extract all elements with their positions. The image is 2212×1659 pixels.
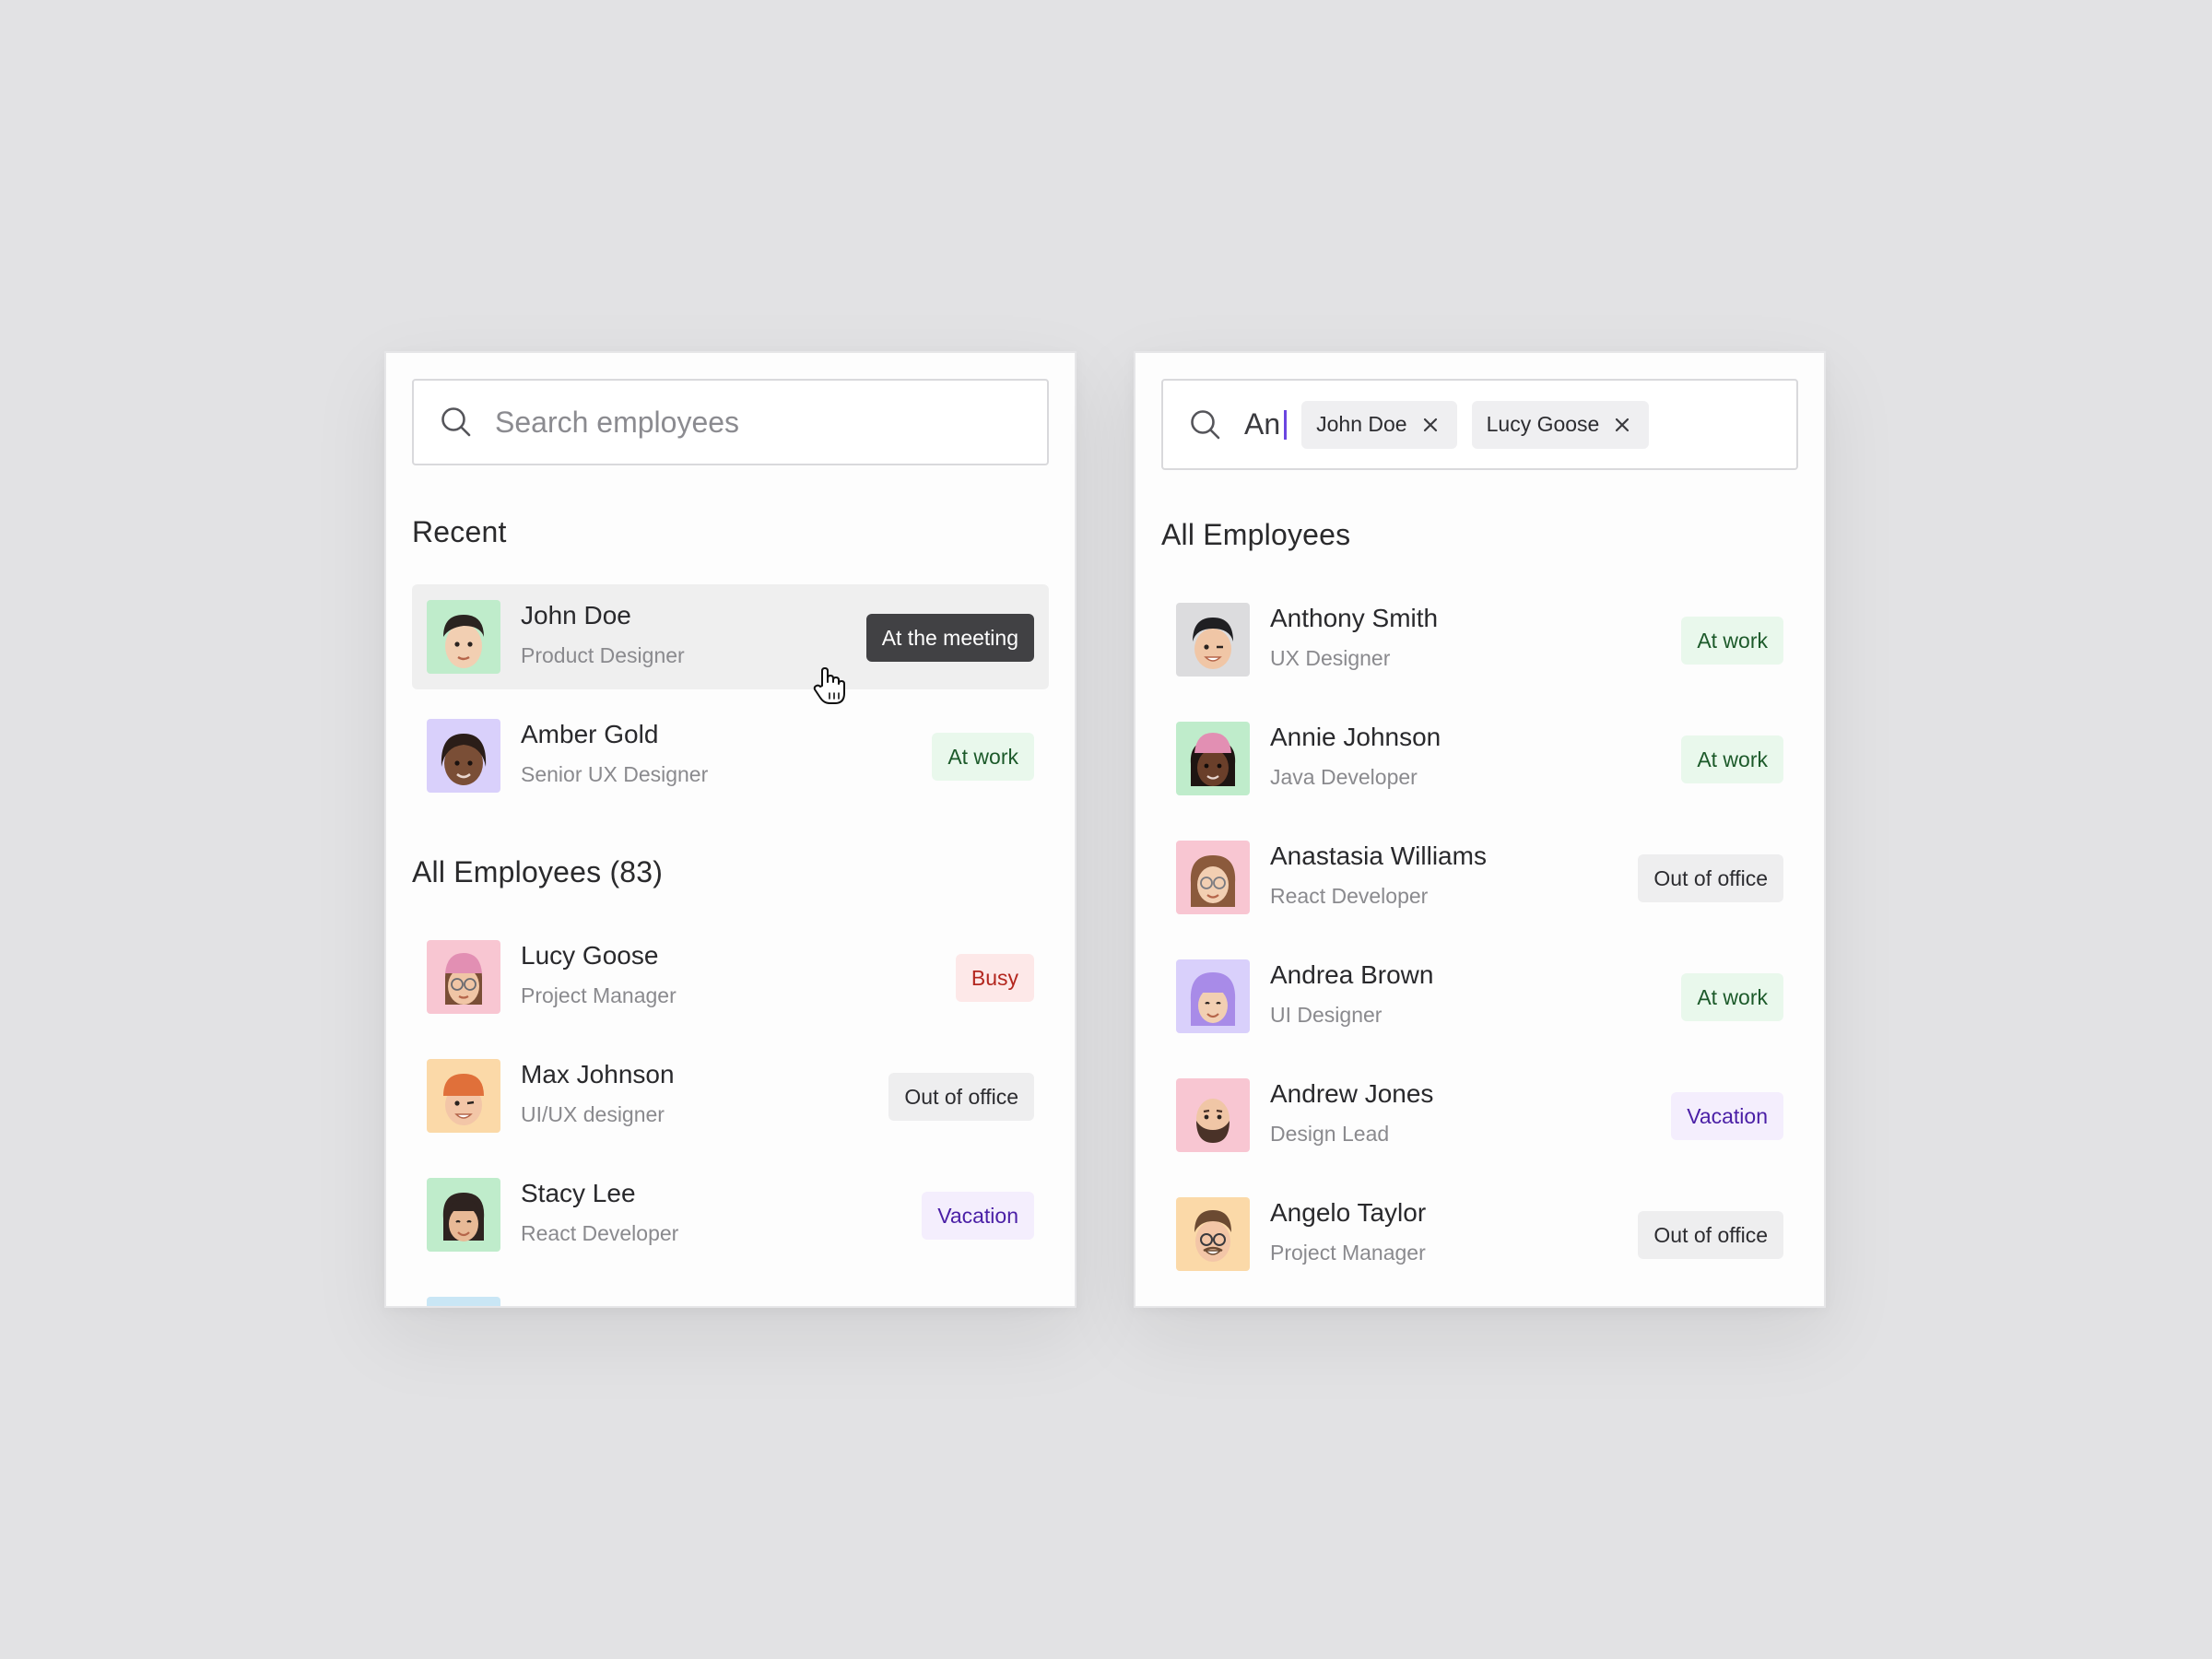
filter-chip-lucy-goose[interactable]: Lucy Goose <box>1471 400 1650 449</box>
all-employees-title: All Employees (83) <box>412 855 664 888</box>
employee-name: Max Johnson <box>521 1060 675 1088</box>
employee-role: UI Designer <box>1270 1003 1382 1027</box>
recent-employees-panel: Search employees Recent John Doe Product… <box>384 351 1077 1308</box>
employee-name: Amber Gold <box>521 720 659 748</box>
chip-label: John Doe <box>1316 412 1407 436</box>
employee-name: Stacy Lee <box>521 1179 636 1207</box>
status-badge: At work <box>1681 735 1783 783</box>
close-icon[interactable] <box>1614 417 1630 433</box>
avatar <box>427 600 500 674</box>
employee-role: UI/UX designer <box>521 1102 665 1126</box>
text-caret <box>1284 409 1288 440</box>
avatar <box>1176 1078 1250 1152</box>
search-input[interactable]: An John Doe Lucy Goose <box>1161 379 1798 470</box>
employee-row-angelo-taylor[interactable]: Angelo Taylor Project Manager Out of off… <box>1161 1182 1798 1287</box>
employee-row-stacy-lee[interactable]: Stacy Lee React Developer Vacation <box>412 1162 1049 1267</box>
status-badge: Out of office <box>888 1073 1034 1121</box>
avatar <box>1176 841 1250 914</box>
status-badge: At work <box>1681 617 1783 665</box>
status-badge: At the meeting <box>865 614 1034 662</box>
employee-name: Angelo Taylor <box>1270 1198 1427 1227</box>
employee-row-anthony-smith[interactable]: Anthony Smith UX Designer At work <box>1161 587 1798 692</box>
employee-name: Anastasia Williams <box>1270 841 1487 870</box>
status-badge: Out of office <box>1638 854 1783 902</box>
avatar <box>1176 959 1250 1033</box>
filter-chip-john-doe[interactable]: John Doe <box>1301 400 1457 449</box>
hand-cursor-icon <box>813 667 845 704</box>
search-input[interactable]: Search employees <box>412 379 1049 465</box>
status-badge: Vacation <box>1671 1092 1783 1140</box>
status-badge: Vacation <box>922 1192 1034 1240</box>
avatar <box>1176 603 1250 677</box>
avatar <box>1176 722 1250 795</box>
employee-name: Annie Johnson <box>1270 723 1441 751</box>
employee-row-annie-johnson[interactable]: Annie Johnson Java Developer At work <box>1161 706 1798 811</box>
employee-row-lucy-goose[interactable]: Lucy Goose Project Manager Busy <box>412 924 1049 1030</box>
status-badge: At work <box>932 733 1034 781</box>
employee-role: React Developer <box>1270 884 1429 908</box>
avatar <box>427 719 500 793</box>
avatar <box>427 1178 500 1252</box>
status-badge: Out of office <box>1638 1211 1783 1259</box>
status-badge: Busy <box>955 954 1034 1002</box>
employee-row-max-johnson[interactable]: Max Johnson UI/UX designer Out of office <box>412 1043 1049 1148</box>
employee-row-amber-gold[interactable]: Amber Gold Senior UX Designer At work <box>412 703 1049 808</box>
employee-row-andrew-jones[interactable]: Andrew Jones Design Lead Vacation <box>1161 1063 1798 1168</box>
status-badge: At work <box>1681 973 1783 1021</box>
avatar <box>427 1059 500 1133</box>
employee-role: React Developer <box>521 1221 679 1245</box>
employee-name: Andrea Brown <box>1270 960 1434 989</box>
employee-name: Anthony Smith <box>1270 604 1439 632</box>
employee-role: Design Lead <box>1270 1122 1390 1146</box>
employee-role: Java Developer <box>1270 765 1418 789</box>
employee-role: Senior UX Designer <box>521 762 709 786</box>
employee-row-partial[interactable] <box>412 1281 1049 1306</box>
employee-name: Lucy Goose <box>521 941 659 970</box>
avatar <box>427 1297 500 1306</box>
employee-role: Product Designer <box>521 643 685 667</box>
search-icon <box>1191 409 1220 439</box>
employee-role: UX Designer <box>1270 646 1391 670</box>
all-employees-title: All Employees <box>1161 518 1351 551</box>
employee-row-john-doe[interactable]: John Doe Product Designer At the meeting <box>412 584 1049 689</box>
employee-row-anastasia-williams[interactable]: Anastasia Williams React Developer Out o… <box>1161 825 1798 930</box>
chip-label: Lucy Goose <box>1486 412 1600 436</box>
filtered-employees-panel: An John Doe Lucy Goose All Employees Ant… <box>1134 351 1826 1308</box>
employee-role: Project Manager <box>1270 1241 1426 1265</box>
close-icon[interactable] <box>1422 417 1439 433</box>
search-icon <box>441 407 471 437</box>
avatar <box>427 940 500 1014</box>
employee-row-andrea-brown[interactable]: Andrea Brown UI Designer At work <box>1161 944 1798 1049</box>
employee-name: Andrew Jones <box>1270 1079 1434 1108</box>
employee-name: John Doe <box>521 601 631 629</box>
recent-section-title: Recent <box>412 515 507 548</box>
search-placeholder: Search employees <box>495 405 740 439</box>
avatar <box>1176 1197 1250 1271</box>
search-query: An <box>1244 407 1281 441</box>
employee-role: Project Manager <box>521 983 677 1007</box>
